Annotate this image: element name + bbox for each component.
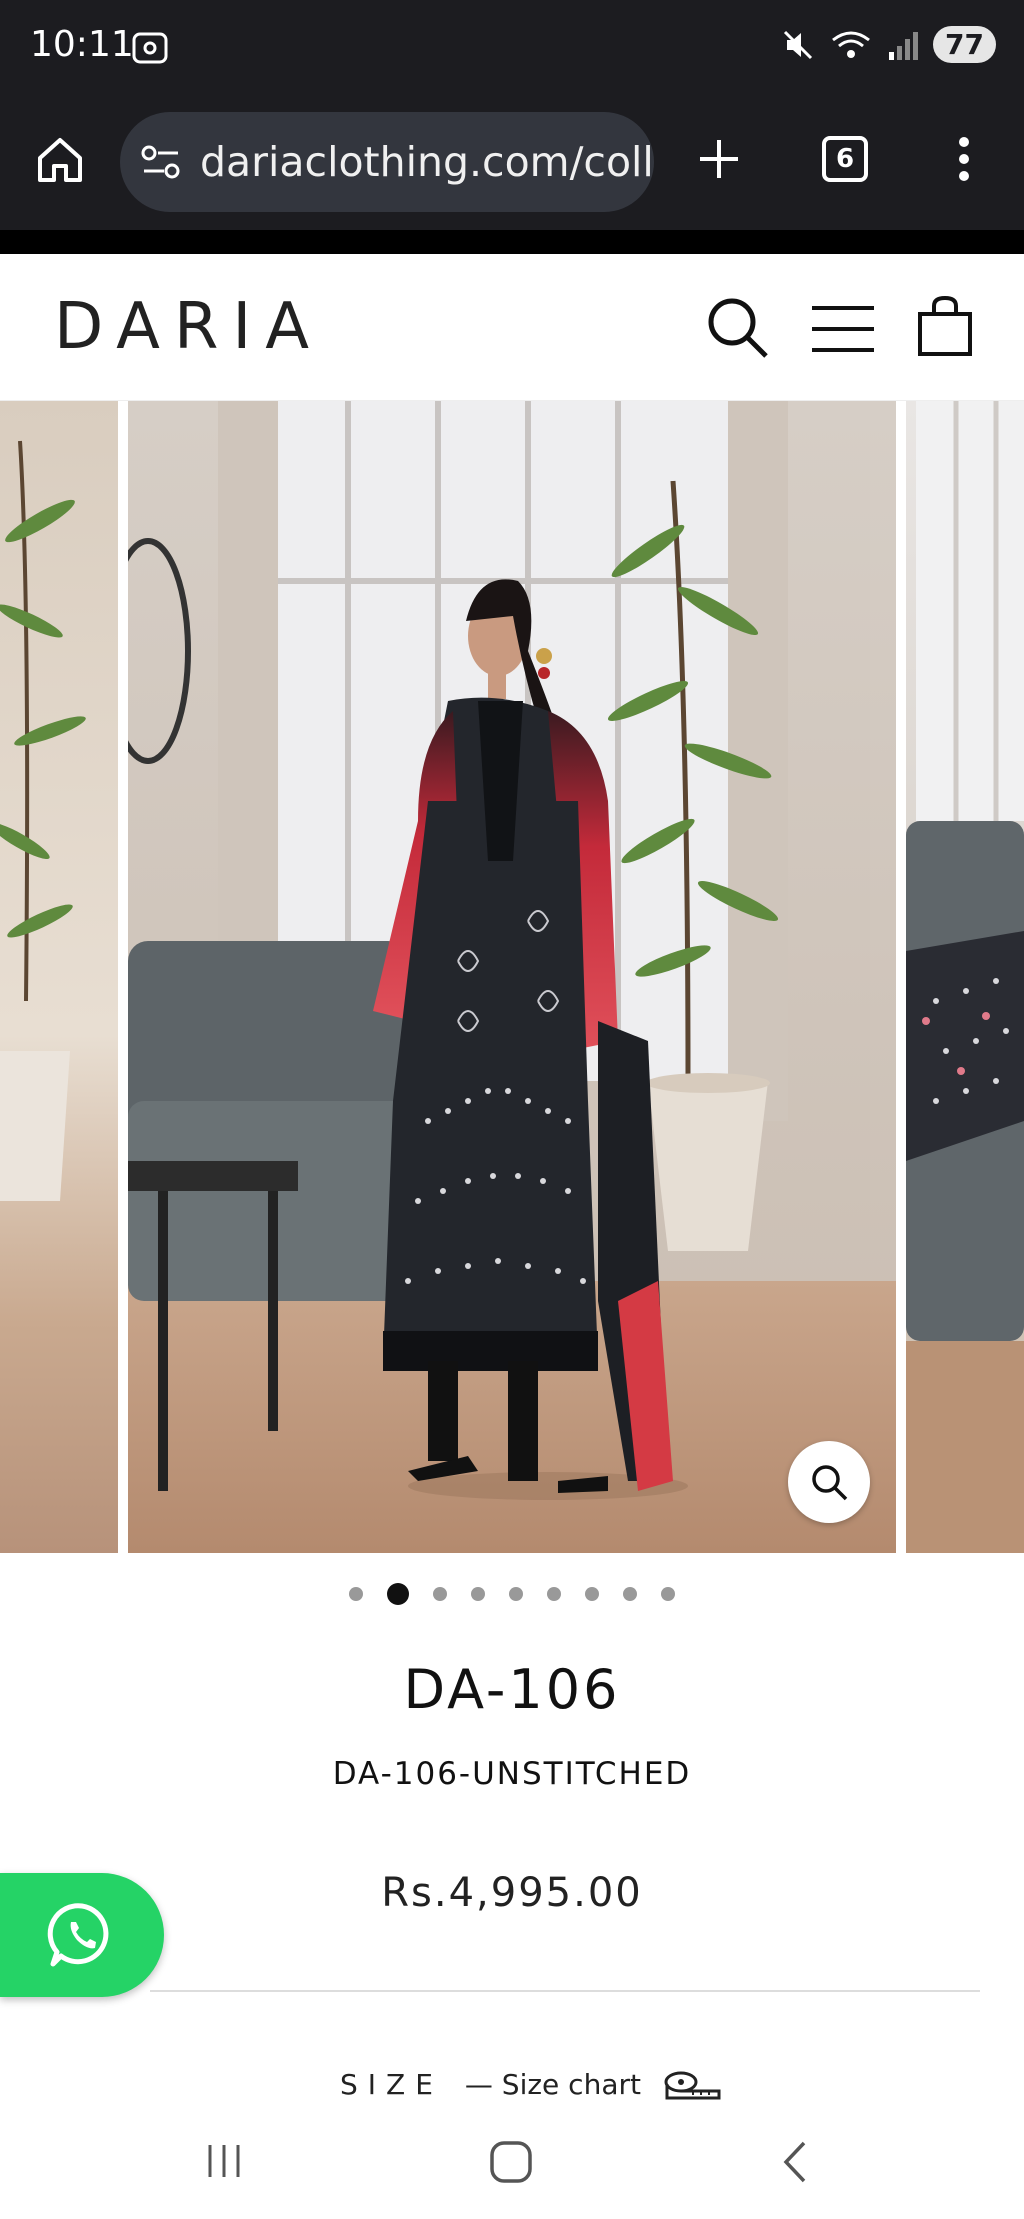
more-menu-icon[interactable] bbox=[954, 134, 974, 189]
home-icon[interactable] bbox=[34, 134, 86, 191]
search-icon[interactable] bbox=[706, 296, 770, 365]
product-image-main[interactable] bbox=[128, 401, 896, 1553]
size-row: SIZE — Size chart bbox=[340, 2068, 721, 2101]
site-logo[interactable]: DARIA bbox=[54, 290, 323, 364]
tab-count: 6 bbox=[835, 144, 855, 174]
home-nav-icon[interactable] bbox=[488, 2139, 534, 2190]
carousel-dot[interactable] bbox=[585, 1587, 599, 1601]
bag-icon[interactable] bbox=[916, 295, 974, 363]
carousel-dot[interactable] bbox=[471, 1587, 485, 1601]
status-icons: 77 bbox=[781, 26, 996, 63]
url-text: dariaclothing.com/collec bbox=[200, 138, 654, 186]
ruler-icon[interactable] bbox=[663, 2070, 721, 2100]
status-time: 10:11 bbox=[30, 24, 134, 65]
carousel-dot[interactable] bbox=[433, 1587, 447, 1601]
status-bar: 10:11 77 bbox=[0, 0, 1024, 96]
carousel-dot[interactable] bbox=[623, 1587, 637, 1601]
product-image-carousel[interactable] bbox=[0, 401, 1024, 1553]
screen-record-icon bbox=[130, 28, 170, 73]
product-title: DA-106 bbox=[403, 1658, 621, 1721]
product-sku: DA-106-UNSTITCHED bbox=[332, 1756, 692, 1792]
site-settings-icon[interactable] bbox=[140, 142, 182, 187]
zoom-button[interactable] bbox=[788, 1441, 870, 1523]
back-icon[interactable] bbox=[780, 2139, 810, 2190]
mute-icon bbox=[783, 30, 813, 59]
product-image-next[interactable] bbox=[906, 401, 1024, 1553]
site-header: DARIA bbox=[0, 254, 1024, 401]
zoom-icon bbox=[812, 1465, 848, 1501]
carousel-dot[interactable] bbox=[509, 1587, 523, 1601]
carousel-dot-active[interactable] bbox=[387, 1583, 409, 1605]
recents-icon[interactable] bbox=[204, 2139, 244, 2188]
menu-icon[interactable] bbox=[810, 304, 876, 359]
tabs-icon[interactable]: 6 bbox=[822, 136, 868, 182]
carousel-dot[interactable] bbox=[661, 1587, 675, 1601]
carousel-pagination bbox=[0, 1583, 1024, 1605]
wifi-icon bbox=[832, 31, 870, 58]
carousel-dot[interactable] bbox=[349, 1587, 363, 1601]
whatsapp-icon bbox=[47, 1903, 109, 1967]
system-nav-bar bbox=[0, 2115, 1024, 2219]
product-image-prev[interactable] bbox=[0, 401, 118, 1553]
size-label: SIZE bbox=[340, 2068, 443, 2101]
address-bar[interactable]: dariaclothing.com/collec bbox=[120, 112, 654, 212]
carousel-dot[interactable] bbox=[547, 1587, 561, 1601]
whatsapp-button[interactable] bbox=[0, 1873, 164, 1997]
browser-toolbar: dariaclothing.com/collec 6 bbox=[0, 96, 1024, 230]
signal-icon bbox=[889, 31, 919, 60]
announcement-strip bbox=[0, 230, 1024, 254]
divider bbox=[150, 1990, 980, 1992]
size-chart-link[interactable]: — Size chart bbox=[465, 2068, 641, 2101]
battery-indicator: 77 bbox=[933, 26, 996, 63]
plus-icon[interactable] bbox=[696, 136, 742, 187]
